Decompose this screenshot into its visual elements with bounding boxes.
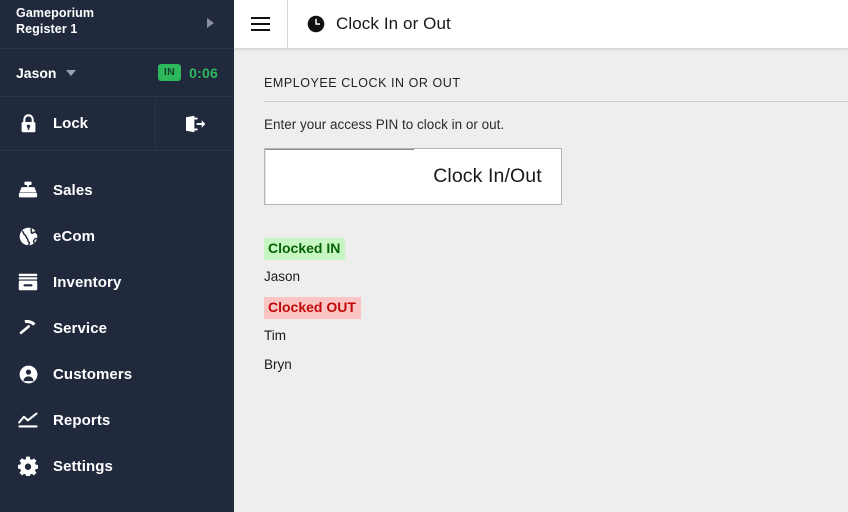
status-badge: IN: [157, 64, 182, 81]
pin-entry-row: Clock In/Out: [264, 148, 562, 205]
sidebar-item-customers[interactable]: Customers: [0, 351, 234, 397]
caret-down-icon[interactable]: [66, 69, 77, 76]
lock-row: Lock: [0, 97, 234, 151]
clocked-in-group: Clocked IN Jason: [264, 238, 848, 284]
person-circle-icon: [18, 365, 38, 384]
sidebar-nav: Sales eCom Inventory Service Customers R…: [0, 151, 234, 489]
clock-icon: [307, 15, 325, 33]
clocked-out-group: Clocked OUT Tim Bryn: [264, 297, 848, 372]
content-panel: EMPLOYEE CLOCK IN OR OUT Enter your acce…: [234, 48, 848, 512]
sidebar-item-label: Customers: [53, 365, 133, 383]
hammer-icon: [18, 319, 38, 338]
hamburger-menu-icon[interactable]: [234, 0, 287, 48]
list-item: Jason: [264, 269, 301, 284]
register-name: Register 1: [16, 22, 78, 36]
pin-input[interactable]: [265, 149, 414, 204]
cash-register-icon: [18, 181, 38, 199]
sidebar-item-ecom[interactable]: eCom: [0, 213, 234, 259]
store-header[interactable]: Gameporium Register 1: [0, 0, 234, 48]
shift-timer: 0:06: [189, 64, 218, 81]
sidebar-item-label: Service: [53, 319, 108, 337]
clock-in-out-button[interactable]: Clock In/Out: [414, 149, 561, 204]
sidebar: Gameporium Register 1 Jason IN 0:06 Lock…: [0, 0, 234, 512]
page-title: Clock In or Out: [336, 14, 451, 33]
gear-icon: [18, 456, 38, 476]
chart-line-icon: [18, 412, 38, 429]
instruction-text: Enter your access PIN to clock in or out…: [264, 117, 505, 132]
top-bar: Clock In or Out: [234, 0, 848, 48]
list-item: Tim: [264, 328, 286, 343]
clocked-out-badge: Clocked OUT: [264, 297, 361, 319]
user-status: IN 0:06: [157, 64, 218, 81]
sidebar-item-label: Inventory: [53, 273, 122, 291]
sidebar-item-label: Settings: [53, 457, 113, 475]
sidebar-item-sales[interactable]: Sales: [0, 167, 234, 213]
sidebar-item-label: Reports: [53, 411, 111, 429]
logout-icon: [184, 115, 206, 133]
user-row[interactable]: Jason IN 0:06: [0, 48, 234, 97]
sidebar-item-label: eCom: [53, 227, 96, 245]
sidebar-item-label: Sales: [53, 181, 93, 199]
clock-status-list: Clocked IN Jason Clocked OUT Tim Bryn: [264, 238, 848, 372]
clocked-in-badge: Clocked IN: [264, 238, 346, 260]
hamburger-bar: [251, 23, 270, 25]
main-area: Clock In or Out EMPLOYEE CLOCK IN OR OUT…: [234, 0, 848, 512]
logout-button[interactable]: [156, 97, 234, 150]
sidebar-item-reports[interactable]: Reports: [0, 397, 234, 443]
sidebar-item-service[interactable]: Service: [0, 305, 234, 351]
lock-icon: [18, 114, 38, 133]
section-title: EMPLOYEE CLOCK IN OR OUT: [264, 76, 461, 90]
caret-right-icon[interactable]: [207, 18, 214, 28]
inventory-box-icon: [18, 273, 38, 291]
user-name: Jason: [16, 64, 57, 81]
lock-button[interactable]: Lock: [0, 97, 156, 150]
globe-icon: [18, 227, 38, 246]
store-name: Gameporium: [16, 6, 95, 20]
hamburger-bar: [251, 29, 270, 31]
list-item: Bryn: [264, 357, 292, 372]
sidebar-item-inventory[interactable]: Inventory: [0, 259, 234, 305]
app-root: Gameporium Register 1 Jason IN 0:06 Lock…: [0, 0, 848, 512]
sidebar-item-settings[interactable]: Settings: [0, 443, 234, 489]
page-title-group: Clock In or Out: [288, 14, 451, 34]
hamburger-bar: [251, 17, 270, 19]
lock-label: Lock: [53, 115, 89, 132]
